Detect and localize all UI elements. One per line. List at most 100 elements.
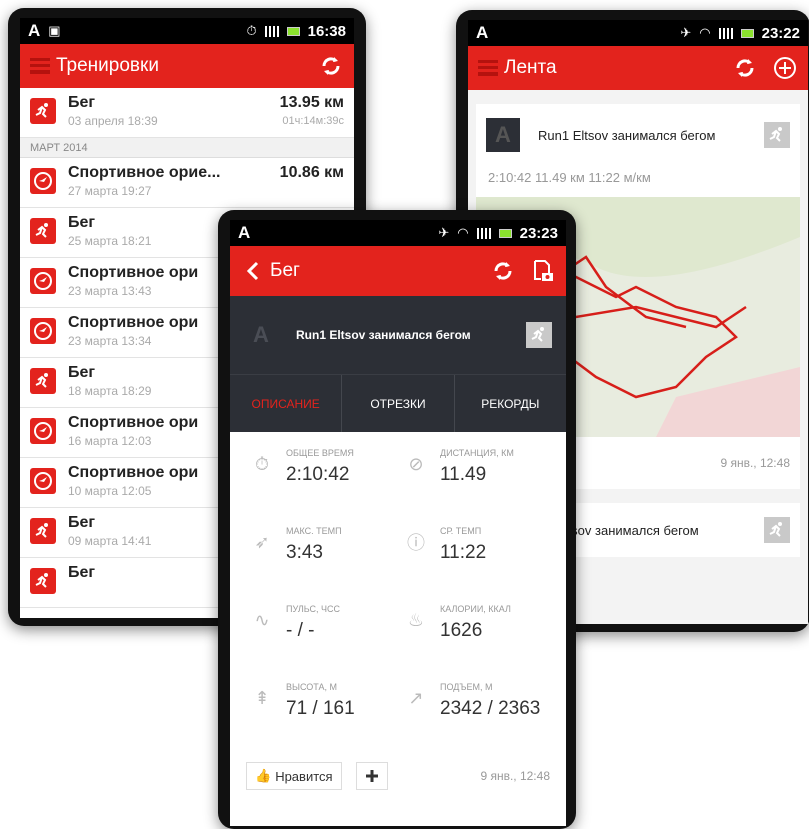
item-duration: 01ч:14м:39с: [282, 115, 344, 127]
avatar[interactable]: A: [244, 318, 278, 352]
stat-label: КАЛОРИИ, ККАЛ: [440, 604, 511, 614]
status-time: 23:22: [761, 24, 800, 42]
status-bar: A ▣ ⏱ 16:38: [20, 18, 354, 44]
running-icon: [764, 517, 790, 543]
detail-date: 9 янв., 12:48: [480, 769, 550, 783]
avatar[interactable]: A: [486, 118, 520, 152]
item-date: 27 марта 19:27: [68, 184, 152, 198]
camera-document-icon[interactable]: [530, 258, 556, 284]
alarm-icon: ⏱: [246, 23, 257, 38]
signal-icon: [718, 27, 733, 39]
running-icon: [30, 98, 56, 124]
gps-icon: ✈: [680, 25, 692, 40]
battery-icon: [286, 26, 300, 36]
image-status-icon: ▣: [48, 23, 61, 38]
add-circle-icon[interactable]: [772, 55, 798, 81]
stat-cell: ⊘ ДИСТАНЦИЯ, КМ 11.49: [402, 442, 556, 520]
ascent-icon: ↗: [408, 687, 424, 708]
stat-value: 71 / 161: [286, 698, 355, 719]
app-status-icon: A: [238, 223, 251, 242]
running-icon: [30, 518, 56, 544]
running-icon: [30, 218, 56, 244]
item-date: 03 апреля 18:39: [68, 114, 158, 128]
menu-icon[interactable]: [478, 60, 498, 76]
item-distance: 10.86 км: [279, 164, 344, 181]
detail-footer: 👍 Нравится 9 янв., 12:48: [230, 754, 566, 798]
tab-records[interactable]: РЕКОРДЫ: [455, 375, 566, 432]
app-status-icon: A: [476, 23, 489, 42]
stats-grid: ⏱ ОБЩЕЕ ВРЕМЯ 2:10:42 ⊘ ДИСТАНЦИЯ, КМ 11.49 ➶ М…: [230, 432, 566, 754]
like-button[interactable]: 👍 Нравится: [246, 762, 342, 790]
add-button[interactable]: [355, 762, 388, 790]
stat-label: ПУЛЬС, ЧСС: [286, 604, 340, 614]
app-bar: Лента: [468, 46, 808, 90]
battery-icon: [740, 28, 754, 38]
status-time: 23:23: [519, 224, 558, 242]
phone-workout-detail: A ✈ ◠ 23:23 Бег A Run1 Eltsov занимался …: [218, 210, 576, 829]
running-icon: [764, 122, 790, 148]
menu-icon[interactable]: [30, 58, 50, 74]
feed-card-stats: 2:10:42 11.49 км 11:22 м/км: [488, 170, 651, 185]
stopwatch-icon: ⏱: [254, 453, 270, 474]
stat-value: 11.49: [440, 464, 487, 485]
feed-card-title: Eltsov занимался бегом: [556, 522, 699, 538]
tabs: ОПИСАНИЕ ОТРЕЗКИ РЕКОРДЫ: [230, 374, 566, 432]
stat-value: 2:10:42: [286, 464, 350, 485]
list-item[interactable]: Спортивное орие... 27 марта 19:27 10.86 км: [20, 158, 354, 208]
stat-value: 11:22: [440, 542, 487, 563]
stat-value: 3:43: [286, 542, 323, 563]
wifi-icon: ◠: [699, 25, 711, 40]
running-icon: [526, 322, 552, 348]
stat-label: СР. ТЕМП: [440, 526, 482, 536]
back-icon[interactable]: [240, 258, 266, 284]
signal-icon: [476, 227, 491, 239]
gps-icon: ✈: [438, 225, 450, 240]
running-icon: [30, 568, 56, 594]
page-title: Бег: [270, 260, 300, 281]
signal-icon: [264, 25, 279, 37]
stat-cell: ∿ ПУЛЬС, ЧСС - / -: [248, 598, 402, 676]
stat-cell: ⏱ ОБЩЕЕ ВРЕМЯ 2:10:42: [248, 442, 402, 520]
stat-label: ДИСТАНЦИЯ, КМ: [440, 448, 514, 458]
stat-label: ОБЩЕЕ ВРЕМЯ: [286, 448, 354, 458]
app-bar: Тренировки: [20, 44, 354, 88]
pulse-icon: ∿: [254, 609, 270, 630]
status-bar: A ✈ ◠ 23:23: [230, 220, 566, 246]
altitude-icon: ⇞: [254, 687, 270, 708]
stat-cell: ↗ ПОДЪЕМ, М 2342 / 2363: [402, 676, 556, 754]
page-title: Лента: [504, 57, 557, 78]
refresh-icon[interactable]: [732, 55, 758, 81]
app-bar: Бег: [230, 246, 566, 296]
stat-cell: ⓘ СР. ТЕМП 11:22: [402, 520, 556, 598]
compass-icon: ⊘: [408, 453, 424, 474]
refresh-icon[interactable]: [490, 258, 516, 284]
page-title: Тренировки: [56, 55, 159, 76]
orienteering-icon: [30, 318, 56, 344]
thumbs-up-icon: 👍: [255, 768, 272, 783]
battery-icon: [498, 228, 512, 238]
running-icon: [30, 368, 56, 394]
tab-splits[interactable]: ОТРЕЗКИ: [342, 375, 455, 432]
orienteering-icon: [30, 268, 56, 294]
section-header: МАРТ 2014: [20, 138, 354, 158]
stat-label: ВЫСОТА, М: [286, 682, 337, 692]
status-time: 16:38: [307, 22, 346, 40]
stat-value: 1626: [440, 620, 483, 641]
gauge-icon: ⓘ: [407, 533, 425, 553]
stat-value: - / -: [286, 620, 315, 641]
like-label: Нравится: [275, 768, 333, 784]
tab-description[interactable]: ОПИСАНИЕ: [230, 375, 343, 432]
rocket-icon: ➶: [254, 531, 270, 552]
orienteering-icon: [30, 168, 56, 194]
stat-value: 2342 / 2363: [440, 698, 541, 719]
wifi-icon: ◠: [457, 225, 469, 240]
feed-card-date: 9 янв., 12:48: [720, 456, 790, 470]
list-item[interactable]: Бег 03 апреля 18:39 13.95 км 01ч:14м:39с: [20, 88, 354, 138]
feed-card-title: Run1 Eltsov занимался бегом: [538, 127, 716, 143]
app-status-icon: A: [28, 21, 41, 40]
orienteering-icon: [30, 418, 56, 444]
item-title: Бег: [68, 94, 96, 111]
detail-header: A Run1 Eltsov занимался бегом: [230, 296, 566, 374]
stat-cell: ⇞ ВЫСОТА, М 71 / 161: [248, 676, 402, 754]
refresh-icon[interactable]: [318, 53, 344, 79]
